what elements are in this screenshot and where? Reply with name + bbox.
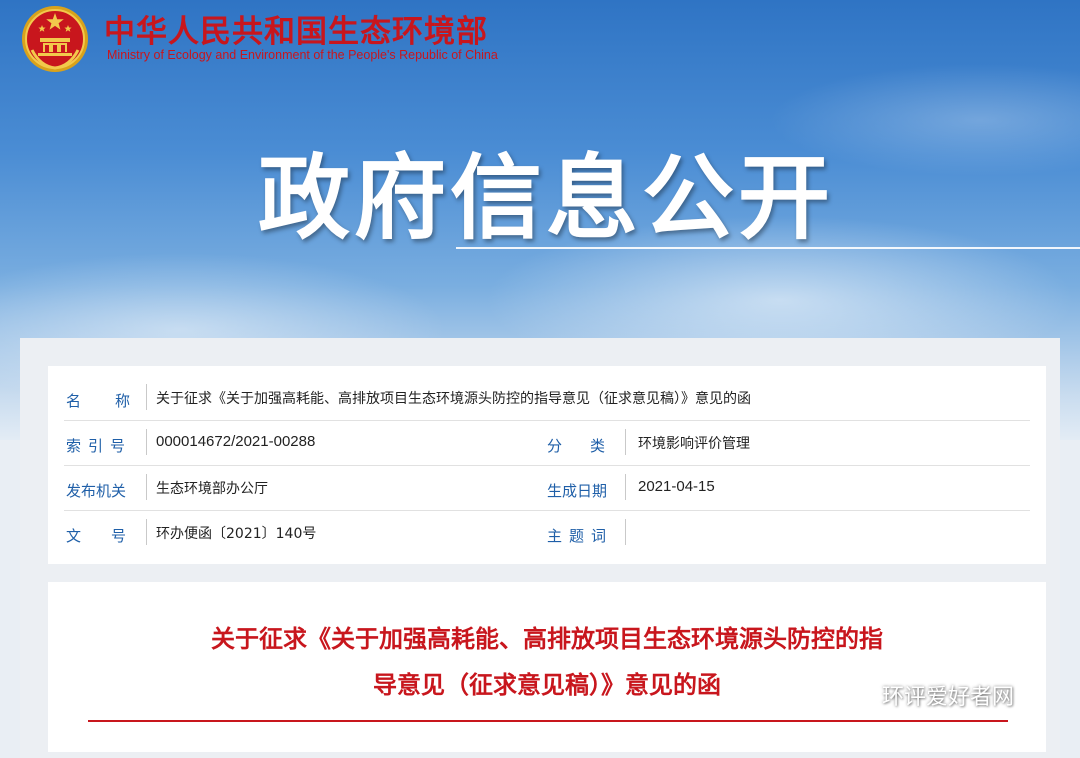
divider (146, 474, 147, 500)
meta-row-name: 名称 关于征求《关于加强高耗能、高排放项目生态环境源头防控的指导意见（征求意见稿… (48, 376, 1046, 421)
banner-title: 政府信息公开 (258, 145, 835, 252)
category-value: 环境影响评价管理 (638, 436, 750, 452)
meta-row-index: 索引号 000014672/2021-00288 分类 环境影响评价管理 (48, 421, 1046, 466)
docno-label: 文号 (66, 527, 157, 545)
divider (625, 519, 626, 545)
index-label: 索引号 (66, 437, 133, 455)
name-value: 关于征求《关于加强高耗能、高排放项目生态环境源头防控的指导意见（征求意见稿）》意… (156, 391, 751, 407)
wechat-icon (834, 680, 873, 708)
category-label: 分类 (547, 437, 634, 455)
metadata-table: 名称 关于征求《关于加强高耗能、高排放项目生态环境源头防控的指导意见（征求意见稿… (48, 366, 1046, 564)
divider (625, 429, 626, 455)
index-value: 000014672/2021-00288 (156, 433, 316, 450)
divider (625, 474, 626, 500)
keywords-label: 主题词 (547, 527, 614, 545)
watermark: 环评爱好者网 (834, 678, 1014, 712)
watermark-text: 环评爱好者网 (882, 685, 1015, 710)
issuer-label: 发布机关 (66, 482, 127, 500)
issuer-value: 生态环境部办公厅 (156, 481, 268, 497)
docno-value: 环办便函〔2021〕140号 (156, 526, 317, 542)
title-divider (88, 720, 1008, 722)
ministry-name-en: Ministry of Ecology and Environment of t… (107, 48, 498, 62)
national-emblem-icon (22, 6, 88, 72)
divider (146, 429, 147, 455)
ministry-name-cn: 中华人民共和国生态环境部 (104, 14, 488, 50)
divider (146, 519, 147, 545)
meta-row-issuer: 发布机关 生态环境部办公厅 生成日期 2021-04-15 (48, 466, 1046, 511)
meta-row-docno: 文号 环办便函〔2021〕140号 主题词 (48, 511, 1046, 556)
name-label: 名称 (66, 392, 130, 410)
banner-divider (456, 247, 1080, 249)
divider (146, 384, 147, 410)
date-label: 生成日期 (547, 482, 608, 500)
document-body: 关于征求《关于加强高耗能、高排放项目生态环境源头防控的指 导意见（征求意见稿）》… (48, 582, 1046, 752)
date-value: 2021-04-15 (638, 478, 715, 495)
document-title-line-1: 关于征求《关于加强高耗能、高排放项目生态环境源头防控的指 (211, 625, 883, 653)
